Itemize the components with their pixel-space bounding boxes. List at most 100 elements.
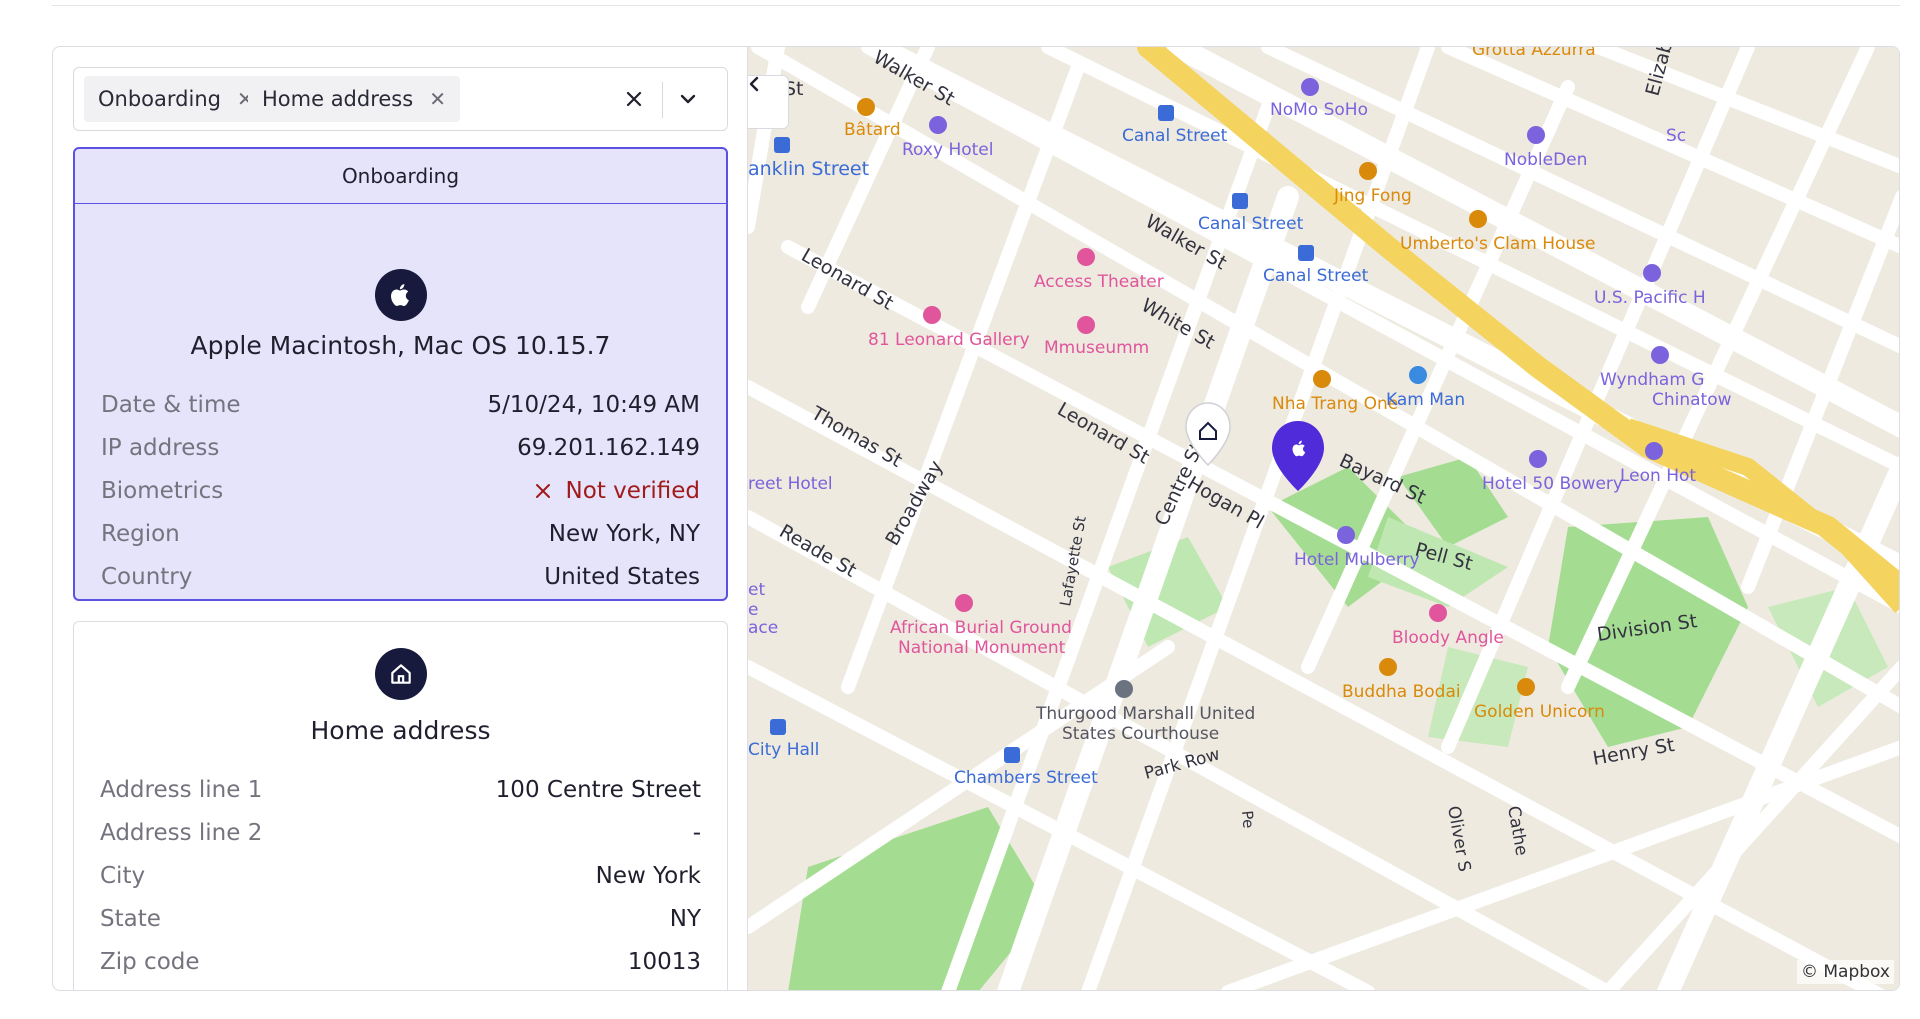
museum-icon xyxy=(1077,316,1095,334)
top-divider xyxy=(52,5,1900,6)
restaurant-icon xyxy=(857,98,875,116)
street-label: Pe xyxy=(1238,810,1257,829)
clear-icon[interactable] xyxy=(619,84,649,114)
detail-key: Date & time xyxy=(101,391,241,418)
transit-label: Canal Street xyxy=(1263,266,1369,286)
detail-row: Zip code 10013 xyxy=(100,940,701,983)
detail-key: State xyxy=(100,905,161,932)
device-event-panel[interactable]: Onboarding Apple Macintosh, Mac OS 10.15… xyxy=(73,147,728,601)
hotel-icon xyxy=(1527,126,1545,144)
detail-value: United States xyxy=(544,563,700,590)
poi-label: Thurgood Marshall United xyxy=(1035,704,1255,724)
address-event-panel[interactable]: Home address Address line 1 100 Centre S… xyxy=(73,621,728,990)
details-column: Onboarding ✕ Home address ✕ Onboarding A… xyxy=(53,47,747,990)
poi-label: National Monument xyxy=(898,638,1066,658)
detail-row: State NY xyxy=(100,897,701,940)
poi-label: African Burial Ground xyxy=(890,618,1072,638)
device-details-list: Date & time 5/10/24, 10:49 AM IP address… xyxy=(101,383,700,598)
biometrics-status: Not verified xyxy=(565,477,700,504)
detail-value: 5/10/24, 10:49 AM xyxy=(487,391,700,418)
poi-label: Bloody Angle xyxy=(1392,628,1504,648)
restaurant-icon xyxy=(1313,370,1331,388)
poi-label: NobleDen xyxy=(1504,150,1587,170)
transit-label: City Hall xyxy=(748,740,819,760)
train-icon xyxy=(1298,245,1314,261)
detail-row: Biometrics Not verified xyxy=(101,469,700,512)
filter-chip-onboarding: Onboarding ✕ xyxy=(84,76,268,122)
gallery-icon xyxy=(923,306,941,324)
filter-chip-home-address: Home address ✕ xyxy=(248,76,460,122)
detail-key: Biometrics xyxy=(101,477,224,504)
location-map[interactable]: Walker St Walker St Leonard St Leonard S… xyxy=(747,47,1900,990)
map-edge-label: e xyxy=(748,600,758,620)
poi-label: Access Theater xyxy=(1034,272,1164,292)
poi-label: Hotel 50 Bowery xyxy=(1482,474,1623,494)
poi-label: Mmuseumm xyxy=(1044,338,1149,358)
chip-remove-icon[interactable]: ✕ xyxy=(429,87,446,111)
courthouse-icon xyxy=(1115,680,1133,698)
poi-label: U.S. Pacific H xyxy=(1594,288,1706,308)
hotel-icon xyxy=(1645,442,1663,460)
landmark-icon xyxy=(1429,604,1447,622)
chevron-down-icon[interactable] xyxy=(673,84,703,114)
restaurant-icon xyxy=(1517,678,1535,696)
hotel-icon xyxy=(1643,264,1661,282)
detail-row: IP address 69.201.162.149 xyxy=(101,426,700,469)
event-filter-select[interactable]: Onboarding ✕ Home address ✕ xyxy=(73,67,728,131)
detail-value: NY xyxy=(669,905,701,932)
panel-title: Home address xyxy=(310,716,491,745)
address-details-list: Address line 1 100 Centre Street Address… xyxy=(100,768,701,983)
street-label: anklin Street xyxy=(748,158,869,180)
hotel-icon xyxy=(1301,78,1319,96)
map-attribution[interactable]: © Mapbox xyxy=(1796,960,1894,984)
hotel-icon xyxy=(1337,526,1355,544)
map-edge-label: et xyxy=(748,580,765,600)
detail-key: Address line 1 xyxy=(100,776,263,803)
detail-key: Country xyxy=(101,563,193,590)
poi-label: Leon Hot xyxy=(1620,466,1696,486)
poi-label: reet Hotel xyxy=(748,474,833,494)
detail-value: New York xyxy=(595,862,701,889)
transit-label: Chambers Street xyxy=(954,768,1098,788)
detail-key: City xyxy=(100,862,146,889)
train-icon xyxy=(1004,747,1020,763)
poi-label: NoMo SoHo xyxy=(1270,100,1368,120)
hotel-icon xyxy=(1529,450,1547,468)
detail-value: 69.201.162.149 xyxy=(517,434,700,461)
detail-value: 100 Centre Street xyxy=(495,776,701,803)
detail-value: 10013 xyxy=(627,948,701,975)
poi-label: Wyndham G xyxy=(1600,370,1704,390)
apple-icon xyxy=(374,269,427,321)
detail-row: Address line 2 - xyxy=(100,811,701,854)
transit-label: Canal Street xyxy=(1198,214,1304,234)
poi-label: Umberto's Clam House xyxy=(1400,234,1596,254)
home-icon xyxy=(374,648,427,700)
chip-label: Home address xyxy=(262,87,414,111)
poi-label: Chinatow xyxy=(1652,390,1732,410)
theater-icon xyxy=(1077,248,1095,266)
poi-label: 81 Leonard Gallery xyxy=(868,330,1030,350)
poi-label: Kam Man xyxy=(1386,390,1465,410)
train-icon xyxy=(774,137,790,153)
map-edge-label: ace xyxy=(748,618,778,638)
panel-title: Apple Macintosh, Mac OS 10.15.7 xyxy=(190,331,611,360)
detail-key: IP address xyxy=(101,434,220,461)
activity-card: Onboarding ✕ Home address ✕ Onboarding A… xyxy=(52,46,1900,991)
transit-label: Canal Street xyxy=(1122,126,1228,146)
collapse-panel-button[interactable] xyxy=(748,75,789,129)
poi-label: Nha Trang One xyxy=(1272,394,1398,414)
poi-label: Grotta Azzurra xyxy=(1472,47,1596,60)
chip-label: Onboarding xyxy=(98,87,221,111)
detail-row: Address line 1 100 Centre Street xyxy=(100,768,701,811)
train-icon xyxy=(770,719,786,735)
restaurant-icon xyxy=(1359,162,1377,180)
hotel-icon xyxy=(929,116,947,134)
hotel-icon xyxy=(1651,346,1669,364)
map-canvas[interactable]: Walker St Walker St Leonard St Leonard S… xyxy=(748,47,1900,990)
poi-label: Jing Fong xyxy=(1333,186,1412,206)
poi-label: Hotel Mulberry xyxy=(1294,550,1420,570)
detail-row: Country United States xyxy=(101,555,700,598)
chevron-left-icon xyxy=(749,76,759,92)
shop-icon xyxy=(1409,366,1427,384)
restaurant-icon xyxy=(1379,658,1397,676)
